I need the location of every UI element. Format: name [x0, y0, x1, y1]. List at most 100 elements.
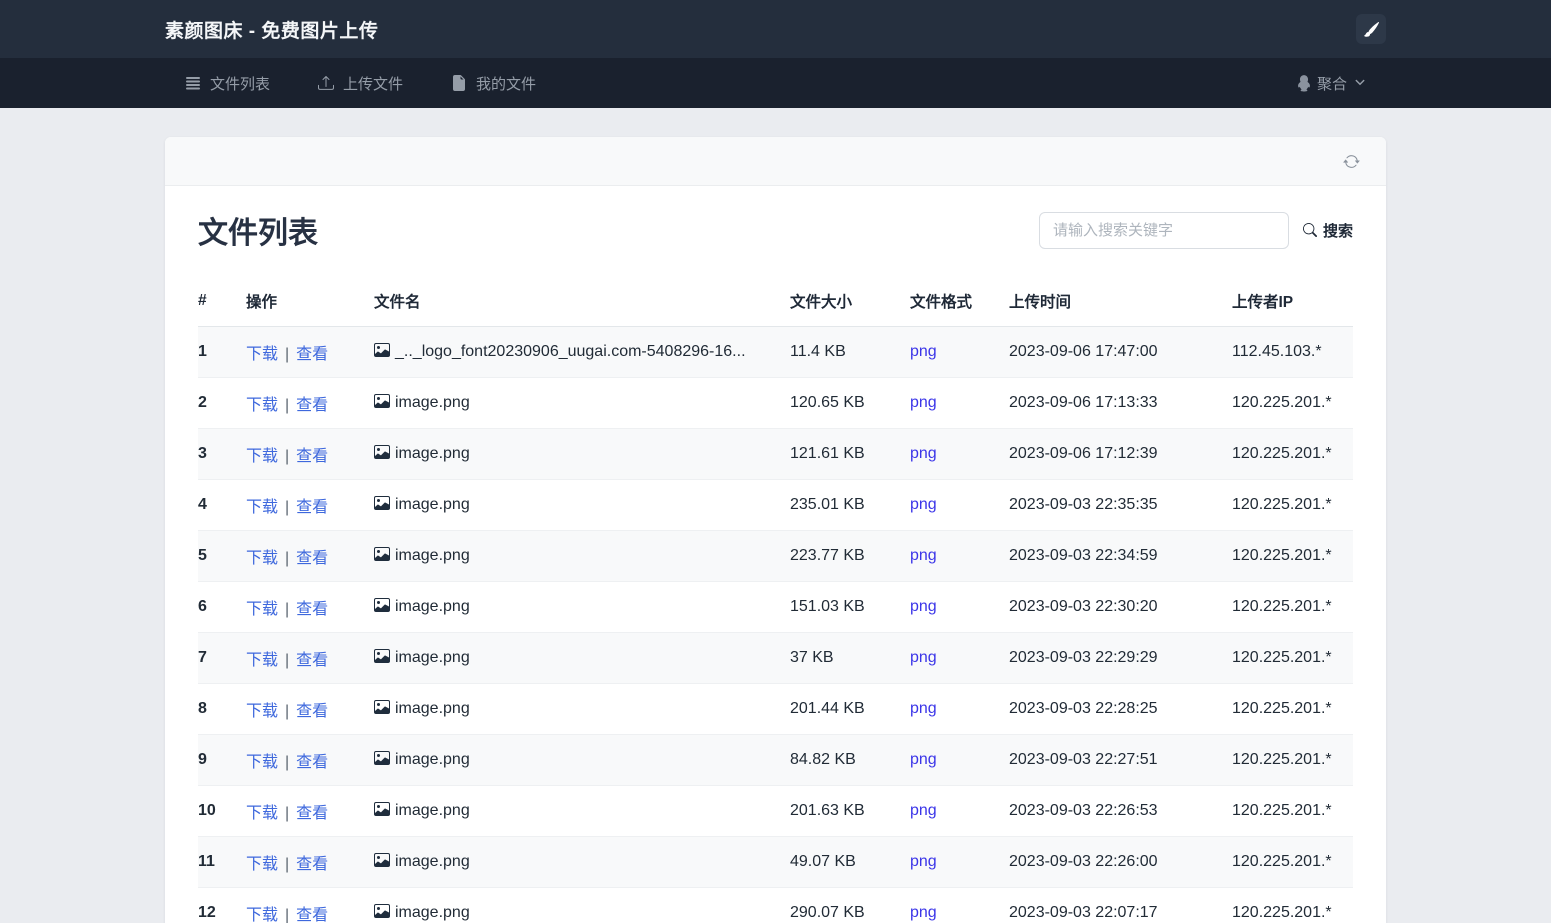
file-format-cell: png	[910, 684, 1009, 735]
download-link[interactable]: 下载	[246, 499, 278, 516]
view-link[interactable]: 查看	[296, 346, 328, 363]
file-format-cell: png	[910, 633, 1009, 684]
download-link[interactable]: 下载	[246, 601, 278, 618]
column-header: 文件大小	[790, 276, 910, 327]
app-title: 素颜图床 - 免费图片上传	[165, 20, 379, 42]
uploader-ip: 120.225.201.*	[1232, 649, 1332, 666]
user-menu[interactable]: 聚合	[1295, 73, 1366, 94]
download-link[interactable]: 下载	[246, 754, 278, 771]
view-link[interactable]: 查看	[296, 397, 328, 414]
refresh-button[interactable]	[1343, 153, 1360, 170]
table-row: 5 下载 | 查看 image.png 223.77 KB png 2023-09-…	[198, 530, 1353, 582]
file-size: 201.63 KB	[790, 802, 865, 819]
row-index: 4	[198, 496, 207, 513]
format-link[interactable]: png	[910, 598, 937, 615]
action-separator: |	[285, 652, 290, 669]
brush-icon	[1363, 21, 1379, 37]
format-link[interactable]: png	[910, 496, 937, 513]
file-name: image.png	[395, 495, 470, 513]
file-name: image.png	[395, 903, 470, 921]
action-separator: |	[285, 346, 290, 363]
view-link[interactable]: 查看	[296, 499, 328, 516]
theme-button[interactable]	[1356, 14, 1386, 44]
download-link[interactable]: 下载	[246, 856, 278, 873]
search-button[interactable]: 搜索	[1303, 220, 1353, 241]
download-link[interactable]: 下载	[246, 397, 278, 414]
nav-item-label: 上传文件	[343, 75, 404, 93]
download-link[interactable]: 下载	[246, 346, 278, 363]
file-name: image.png	[395, 801, 470, 819]
file-name-cell: image.png	[374, 480, 790, 531]
view-link[interactable]: 查看	[296, 856, 328, 873]
format-link[interactable]: png	[910, 649, 937, 666]
view-link[interactable]: 查看	[296, 907, 328, 923]
view-link[interactable]: 查看	[296, 652, 328, 669]
file-format-cell: png	[910, 837, 1009, 888]
action-separator: |	[285, 397, 290, 414]
row-index: 8	[198, 700, 207, 717]
view-link[interactable]: 查看	[296, 550, 328, 567]
format-link[interactable]: png	[910, 853, 937, 870]
table-header-row: # 操作 文件名 文件大小 文件格式 上传时间 上传者IP	[198, 276, 1353, 327]
format-link[interactable]: png	[910, 343, 937, 360]
nav-item-upload[interactable]: 上传文件	[318, 73, 403, 94]
page-title: 文件列表	[198, 217, 318, 250]
action-separator: |	[285, 601, 290, 618]
row-actions: 下载 | 查看	[246, 735, 374, 786]
uploader-ip: 120.225.201.*	[1232, 496, 1332, 513]
image-file-icon	[374, 444, 391, 465]
format-link[interactable]: png	[910, 547, 937, 564]
user-menu-label: 聚合	[1316, 75, 1347, 93]
format-link[interactable]: png	[910, 904, 937, 921]
topbar: 素颜图床 - 免费图片上传	[0, 0, 1551, 58]
download-link[interactable]: 下载	[246, 907, 278, 923]
column-header: 文件格式	[910, 276, 1009, 327]
download-link[interactable]: 下载	[246, 448, 278, 465]
file-list-card: 文件列表 搜索	[165, 137, 1386, 923]
download-link[interactable]: 下载	[246, 652, 278, 669]
uploader-ip: 120.225.201.*	[1232, 598, 1332, 615]
search-input[interactable]	[1038, 211, 1289, 249]
table-row: 10 下载 | 查看 image.png 201.63 KB png 2023-09…	[198, 786, 1353, 837]
view-link[interactable]: 查看	[296, 703, 328, 720]
image-file-icon	[374, 699, 391, 720]
view-link[interactable]: 查看	[296, 601, 328, 618]
file-size: 49.07 KB	[790, 853, 856, 870]
download-link[interactable]: 下载	[246, 805, 278, 822]
format-link[interactable]: png	[910, 394, 937, 411]
upload-time: 2023-09-03 22:30:20	[1009, 598, 1158, 615]
download-link[interactable]: 下载	[246, 703, 278, 720]
file-name: image.png	[395, 852, 470, 870]
row-index: 11	[198, 853, 215, 870]
row-index: 7	[198, 649, 207, 666]
nav-item-my-files[interactable]: 我的文件	[451, 73, 536, 94]
format-link[interactable]: png	[910, 700, 937, 717]
upload-time: 2023-09-03 22:26:00	[1009, 853, 1158, 870]
file-size: 223.77 KB	[790, 547, 865, 564]
download-link[interactable]: 下载	[246, 550, 278, 567]
view-link[interactable]: 查看	[296, 448, 328, 465]
nav-item-label: 我的文件	[476, 75, 537, 93]
file-table-body: 1 下载 | 查看 _.._logo_font20230906_uugai.com-…	[198, 326, 1353, 923]
column-header: 操作	[246, 276, 374, 327]
format-link[interactable]: png	[910, 445, 937, 462]
card-header	[165, 137, 1386, 186]
nav-item-file-list[interactable]: 文件列表	[185, 73, 270, 94]
file-name-cell: image.png	[374, 735, 790, 786]
file-format-cell: png	[910, 429, 1009, 480]
refresh-icon	[1343, 153, 1360, 170]
file-name: image.png	[395, 546, 470, 564]
table-row: 12 下载 | 查看 image.png 290.07 KB png 2023-09…	[198, 888, 1353, 923]
image-file-icon	[374, 546, 391, 567]
search-icon	[1303, 223, 1317, 237]
file-name-cell: image.png	[374, 531, 790, 582]
view-link[interactable]: 查看	[296, 805, 328, 822]
format-link[interactable]: png	[910, 802, 937, 819]
image-file-icon	[374, 495, 391, 516]
view-link[interactable]: 查看	[296, 754, 328, 771]
file-name-cell: image.png	[374, 582, 790, 633]
list-icon	[185, 75, 201, 91]
format-link[interactable]: png	[910, 751, 937, 768]
image-file-icon	[374, 801, 391, 822]
uploader-ip: 120.225.201.*	[1232, 904, 1332, 921]
